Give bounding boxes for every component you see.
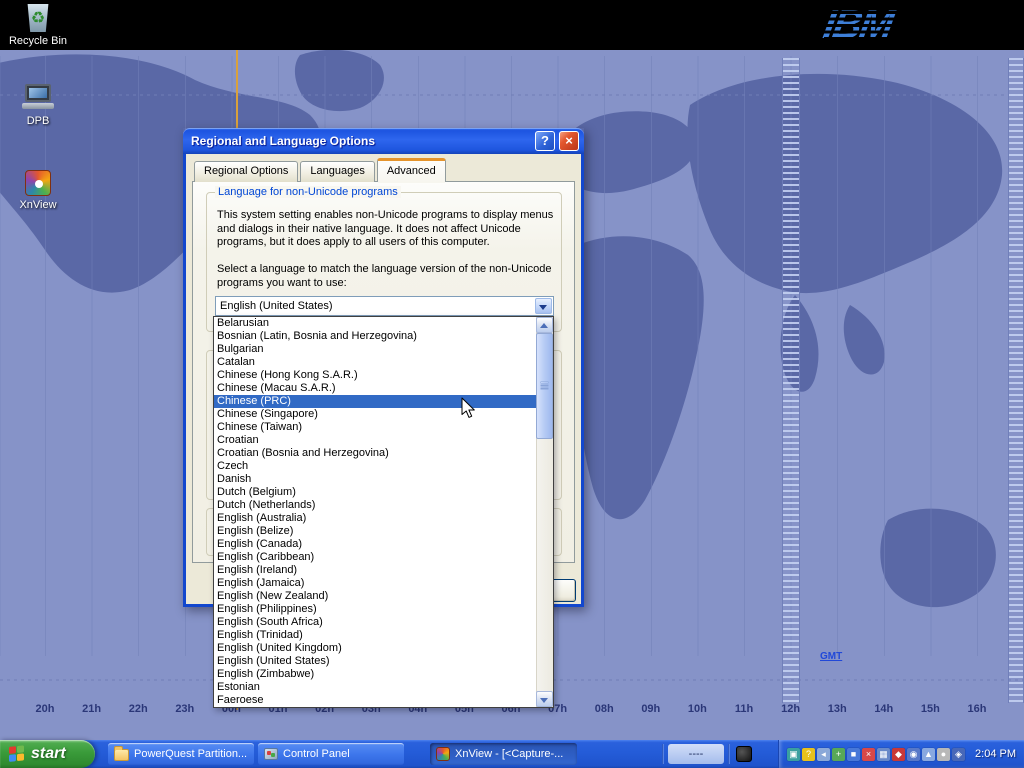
alert-tray-icon[interactable]: × <box>862 748 875 761</box>
quick-launch-icon[interactable] <box>736 746 752 762</box>
combobox-dropdown-button[interactable] <box>535 298 552 314</box>
language-dropdown-list: BelarusianBosnian (Latin, Bosnia and Her… <box>214 317 536 707</box>
ibm-logo-stripes <box>824 1 944 49</box>
dropdown-item[interactable]: Bulgarian <box>214 343 536 356</box>
laptop-icon <box>22 84 54 112</box>
dropdown-item[interactable]: Chinese (Macau S.A.R.) <box>214 382 536 395</box>
xnview-taskbar-icon <box>436 747 450 761</box>
taskbar-window-button[interactable]: XnView - [<Capture-... <box>430 743 577 765</box>
scrollbar-thumb[interactable] <box>536 333 553 439</box>
grid-tray-icon[interactable]: ▦ <box>877 748 890 761</box>
dpb-desktop-icon[interactable]: DPB <box>0 84 76 127</box>
dropdown-item[interactable]: English (Trinidad) <box>214 629 536 642</box>
tab-languages[interactable]: Languages <box>300 161 374 182</box>
dropdown-item[interactable]: English (Canada) <box>214 538 536 551</box>
dropdown-item[interactable]: English (Australia) <box>214 512 536 525</box>
dropdown-item[interactable]: Chinese (Hong Kong S.A.R.) <box>214 369 536 382</box>
dropdown-item[interactable]: English (Philippines) <box>214 603 536 616</box>
dropdown-item[interactable]: Bosnian (Latin, Bosnia and Herzegovina) <box>214 330 536 343</box>
dropdown-item[interactable]: English (Belize) <box>214 525 536 538</box>
help-button[interactable]: ? <box>535 131 555 151</box>
start-button[interactable]: start <box>0 740 95 768</box>
dropdown-item[interactable]: English (United States) <box>214 655 536 668</box>
dropdown-item[interactable]: English (New Zealand) <box>214 590 536 603</box>
dropdown-item-selected[interactable]: Chinese (PRC) <box>214 395 536 408</box>
dialog-title: Regional and Language Options <box>191 128 375 154</box>
gmt-label: GMT <box>820 651 842 662</box>
dropdown-item[interactable]: English (Jamaica) <box>214 577 536 590</box>
dropdown-item[interactable]: English (Ireland) <box>214 564 536 577</box>
taskbar-window-button[interactable]: PowerQuest Partition... <box>108 743 254 765</box>
wallpaper-top-band: IBM <box>0 0 1024 50</box>
dropdown-item[interactable]: Catalan <box>214 356 536 369</box>
dialog-titlebar[interactable]: Regional and Language Options ? × <box>183 128 584 154</box>
antivirus-tray-icon[interactable]: ◆ <box>892 748 905 761</box>
dropdown-item[interactable]: Danish <box>214 473 536 486</box>
recycle-bin-label: Recycle Bin <box>0 35 76 47</box>
taskbar-divider <box>728 744 730 764</box>
dropdown-item[interactable]: English (Caribbean) <box>214 551 536 564</box>
language-non-unicode-groupbox: Language for non-Unicode programs This s… <box>206 192 562 332</box>
help-tray-icon[interactable]: ? <box>802 748 815 761</box>
dropdown-item[interactable]: Croatian <box>214 434 536 447</box>
dropdown-item[interactable]: Croatian (Bosnia and Herzegovina) <box>214 447 536 460</box>
language-dropdown: BelarusianBosnian (Latin, Bosnia and Her… <box>213 316 554 708</box>
dropdown-item[interactable]: Czech <box>214 460 536 473</box>
windows-flag-icon <box>9 745 26 763</box>
taskbar-divider <box>662 744 664 764</box>
display-tray-icon[interactable]: ▣ <box>787 748 800 761</box>
dropdown-item[interactable]: Belarusian <box>214 317 536 330</box>
dropdown-item[interactable]: Chinese (Singapore) <box>214 408 536 421</box>
dropdown-item[interactable]: Faeroese <box>214 694 536 707</box>
scrollbar-up-arrow[interactable] <box>536 317 553 333</box>
recycle-bin-desktop-icon[interactable]: ♻ Recycle Bin <box>0 4 76 47</box>
dialog-tabstrip: Regional Options Languages Advanced <box>194 161 448 182</box>
close-button[interactable]: × <box>559 131 579 151</box>
language-combobox[interactable]: English (United States) <box>215 296 554 316</box>
dropdown-item[interactable]: Dutch (Netherlands) <box>214 499 536 512</box>
dropdown-item[interactable]: Dutch (Belgium) <box>214 486 536 499</box>
window-button-label: Control Panel <box>283 748 350 760</box>
start-button-label: start <box>31 745 66 763</box>
app-tray-icon[interactable]: ■ <box>847 748 860 761</box>
description-text-1: This system setting enables non-Unicode … <box>217 209 565 250</box>
window-button-label: PowerQuest Partition... <box>134 748 247 760</box>
taskbar-clock[interactable]: 2:04 PM <box>975 740 1016 768</box>
dropdown-scrollbar[interactable] <box>536 317 553 707</box>
hatched-timezone-band <box>782 58 800 703</box>
dropdown-item[interactable]: Estonian <box>214 681 536 694</box>
volume-tray-icon[interactable]: ◉ <box>907 748 920 761</box>
xnview-icon <box>25 170 51 196</box>
eject-tray-icon[interactable]: ◂ <box>817 748 830 761</box>
dropdown-item[interactable]: English (United Kingdom) <box>214 642 536 655</box>
recycle-bin-icon: ♻ <box>25 4 51 32</box>
tray-icons: ▣?◂+■×▦◆◉▲●◈ <box>787 748 965 761</box>
taskbar: start PowerQuest Partition... Control Pa… <box>0 740 1024 768</box>
tab-advanced[interactable]: Advanced <box>377 158 446 182</box>
xnview-desktop-icon[interactable]: XnView <box>0 170 76 211</box>
scrollbar-down-arrow[interactable] <box>536 691 553 707</box>
control-panel-icon <box>264 748 278 760</box>
hatched-timezone-band-right <box>1008 58 1024 703</box>
window-button-label: XnView - [<Capture-... <box>455 748 563 760</box>
groupbox-title: Language for non-Unicode programs <box>215 186 401 198</box>
update-tray-icon[interactable]: + <box>832 748 845 761</box>
dpb-label: DPB <box>0 115 76 127</box>
dropdown-item[interactable]: Chinese (Taiwan) <box>214 421 536 434</box>
folder-icon <box>114 749 129 761</box>
language-combobox-value: English (United States) <box>220 297 333 315</box>
tab-regional-options[interactable]: Regional Options <box>194 161 298 182</box>
dropdown-item[interactable]: English (South Africa) <box>214 616 536 629</box>
taskbar-deskband[interactable]: ---- <box>668 744 724 764</box>
xnview-label: XnView <box>0 199 76 211</box>
taskbar-window-button[interactable]: Control Panel <box>258 743 404 765</box>
battery-tray-icon[interactable]: ● <box>937 748 950 761</box>
network-tray-icon[interactable]: ▲ <box>922 748 935 761</box>
scheduler-tray-icon[interactable]: ◈ <box>952 748 965 761</box>
description-text-2: Select a language to match the language … <box>217 263 565 290</box>
ibm-logo: IBM <box>824 1 944 49</box>
dropdown-item[interactable]: English (Zimbabwe) <box>214 668 536 681</box>
